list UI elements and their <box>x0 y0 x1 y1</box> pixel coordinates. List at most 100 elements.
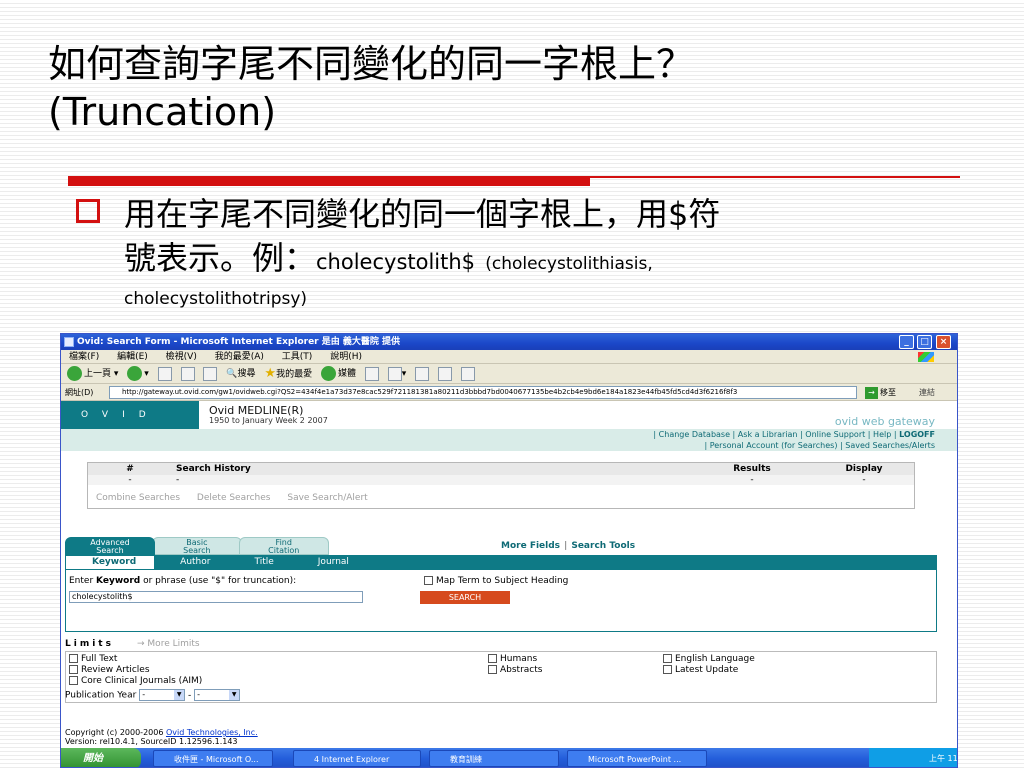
menu-edit[interactable]: 編輯(E) <box>117 352 148 362</box>
checkbox[interactable] <box>69 665 78 674</box>
search-submit-button[interactable]: SEARCH <box>420 591 510 604</box>
save-search-button[interactable]: Save Search/Alert <box>287 493 367 503</box>
go-arrow-icon: → <box>865 387 878 399</box>
clock: 上午 11:32 <box>929 754 958 763</box>
checkbox[interactable] <box>663 665 672 674</box>
task-outlook[interactable]: 收件匣 - Microsoft O... <box>153 750 273 767</box>
task-folder[interactable]: 教育訓練 <box>429 750 559 767</box>
minimize-button[interactable]: _ <box>899 335 914 349</box>
limit-humans[interactable]: Humans <box>488 654 537 665</box>
maximize-button[interactable]: □ <box>917 335 932 349</box>
address-input[interactable]: http://gateway.ut.ovid.com/gw1/ovidweb.c… <box>109 386 857 399</box>
checkbox[interactable] <box>488 654 497 663</box>
history-button[interactable] <box>364 364 379 384</box>
print-button[interactable] <box>415 364 430 384</box>
bullet-line2: 號表示。例：cholecystolith$ (cholecystolithias… <box>124 236 964 286</box>
limits-heading: Limits <box>65 639 114 649</box>
accent-bar <box>68 176 590 186</box>
tab-label: Search <box>183 546 211 555</box>
map-term-label: Map Term to Subject Heading <box>436 576 569 586</box>
limit-label: Latest Update <box>675 665 739 675</box>
tab-title[interactable]: Title <box>228 555 291 570</box>
refresh-icon <box>180 366 195 381</box>
browser-window: Ovid: Search Form - Microsoft Internet E… <box>60 333 958 768</box>
ask-librarian-link[interactable]: Ask a Librarian <box>738 430 798 439</box>
keyword-input[interactable]: cholecystolith$ <box>69 591 363 603</box>
ovid-technologies-link[interactable]: Ovid Technologies, Inc. <box>166 728 258 737</box>
start-button[interactable]: 開始 <box>61 748 141 767</box>
search-mode-tabs: Advanced Search Basic Search Find Citation <box>65 537 329 555</box>
combine-searches-button[interactable]: Combine Searches <box>96 493 180 503</box>
tab-journal[interactable]: Journal <box>292 555 367 570</box>
checkbox[interactable] <box>69 676 78 685</box>
stop-button[interactable] <box>157 364 172 384</box>
arrow-icon: → <box>137 639 145 649</box>
checkbox[interactable] <box>663 654 672 663</box>
tab-basic-search[interactable]: Basic Search <box>151 537 242 555</box>
tab-keyword[interactable]: Keyword <box>66 556 155 569</box>
task-internet-explorer[interactable]: 4 Internet Explorer <box>293 750 421 767</box>
menu-file[interactable]: 檔案(F) <box>69 352 99 362</box>
checkbox[interactable] <box>69 654 78 663</box>
window-titlebar: Ovid: Search Form - Microsoft Internet E… <box>61 334 957 350</box>
tab-author[interactable]: Author <box>154 555 228 570</box>
limit-english[interactable]: English Language <box>663 654 755 665</box>
tab-label: Search <box>96 546 124 555</box>
system-tray: 上午 11:32 <box>869 748 958 767</box>
table-row: - - - - <box>88 475 914 485</box>
tab-find-citation[interactable]: Find Citation <box>238 537 329 555</box>
home-button[interactable] <box>203 364 218 384</box>
folder-button[interactable] <box>460 364 475 384</box>
map-term-checkbox[interactable] <box>424 576 433 585</box>
change-database-link[interactable]: Change Database <box>659 430 730 439</box>
pub-year-to-select[interactable]: - ▼ <box>194 689 241 701</box>
saved-searches-link[interactable]: Saved Searches/Alerts <box>845 441 935 450</box>
menu-view[interactable]: 檢視(V) <box>166 352 197 362</box>
search-tools-link[interactable]: Search Tools <box>571 541 635 551</box>
close-button[interactable]: × <box>936 335 951 349</box>
favorites-button[interactable]: ★我的最愛 <box>264 364 312 385</box>
database-range: 1950 to January Week 2 2007 <box>209 416 328 425</box>
menu-favorites[interactable]: 我的最愛(A) <box>215 352 264 362</box>
limit-latest-update[interactable]: Latest Update <box>663 665 738 676</box>
col-display: Display <box>845 464 883 474</box>
refresh-button[interactable] <box>180 364 195 384</box>
limit-core-clinical[interactable]: Core Clinical Journals (AIM) <box>69 676 202 687</box>
menu-help[interactable]: 說明(H) <box>330 352 362 362</box>
task-powerpoint[interactable]: Microsoft PowerPoint ... <box>567 750 707 767</box>
folder-icon <box>460 366 475 381</box>
forward-button[interactable]: ▾ <box>127 364 149 384</box>
mail-button[interactable]: ▾ <box>387 364 406 384</box>
pub-year-from-select[interactable]: - ▼ <box>139 689 186 701</box>
checkbox[interactable] <box>488 665 497 674</box>
links-label[interactable]: 連結 <box>919 384 935 401</box>
help-link[interactable]: Help <box>873 430 891 439</box>
bullet-line1: 用在字尾不同變化的同一個字根上，用$符 <box>124 195 721 233</box>
limit-abstracts[interactable]: Abstracts <box>488 665 542 676</box>
delete-searches-button[interactable]: Delete Searches <box>197 493 271 503</box>
search-button[interactable]: 🔍搜尋 <box>226 364 255 384</box>
limit-review-articles[interactable]: Review Articles <box>69 665 150 676</box>
enter-suffix: or phrase (use "$" for truncation): <box>140 576 297 586</box>
logoff-link[interactable]: LOGOFF <box>899 430 935 439</box>
history-icon <box>364 366 379 381</box>
version-text: Version: rel10.4.1, SourceID 1.12596.1.1… <box>65 737 238 746</box>
limit-label: Review Articles <box>81 665 150 675</box>
limit-label: English Language <box>675 654 755 664</box>
print-icon <box>415 366 430 381</box>
online-support-link[interactable]: Online Support <box>805 430 865 439</box>
go-button[interactable]: → 移至 <box>865 386 896 399</box>
bullet-paren: (cholecystolithiasis, <box>485 254 653 274</box>
back-button[interactable]: 上一頁 ▾ <box>67 364 118 384</box>
tab-advanced-search[interactable]: Advanced Search <box>65 537 155 555</box>
media-button[interactable]: 媒體 <box>320 364 356 384</box>
personal-account-link[interactable]: Personal Account (for Searches) <box>710 441 838 450</box>
more-fields-link[interactable]: More Fields <box>501 541 560 551</box>
menu-tools[interactable]: 工具(T) <box>282 352 313 362</box>
limit-full-text[interactable]: Full Text <box>69 654 117 665</box>
edit-button[interactable] <box>438 364 453 384</box>
menu-bar: 檔案(F) 編輯(E) 檢視(V) 我的最愛(A) 工具(T) 說明(H) <box>61 350 957 364</box>
more-limits-link[interactable]: → More Limits <box>137 639 200 649</box>
chevron-down-icon: ▼ <box>229 690 240 700</box>
limit-label: Core Clinical Journals (AIM) <box>81 676 203 686</box>
